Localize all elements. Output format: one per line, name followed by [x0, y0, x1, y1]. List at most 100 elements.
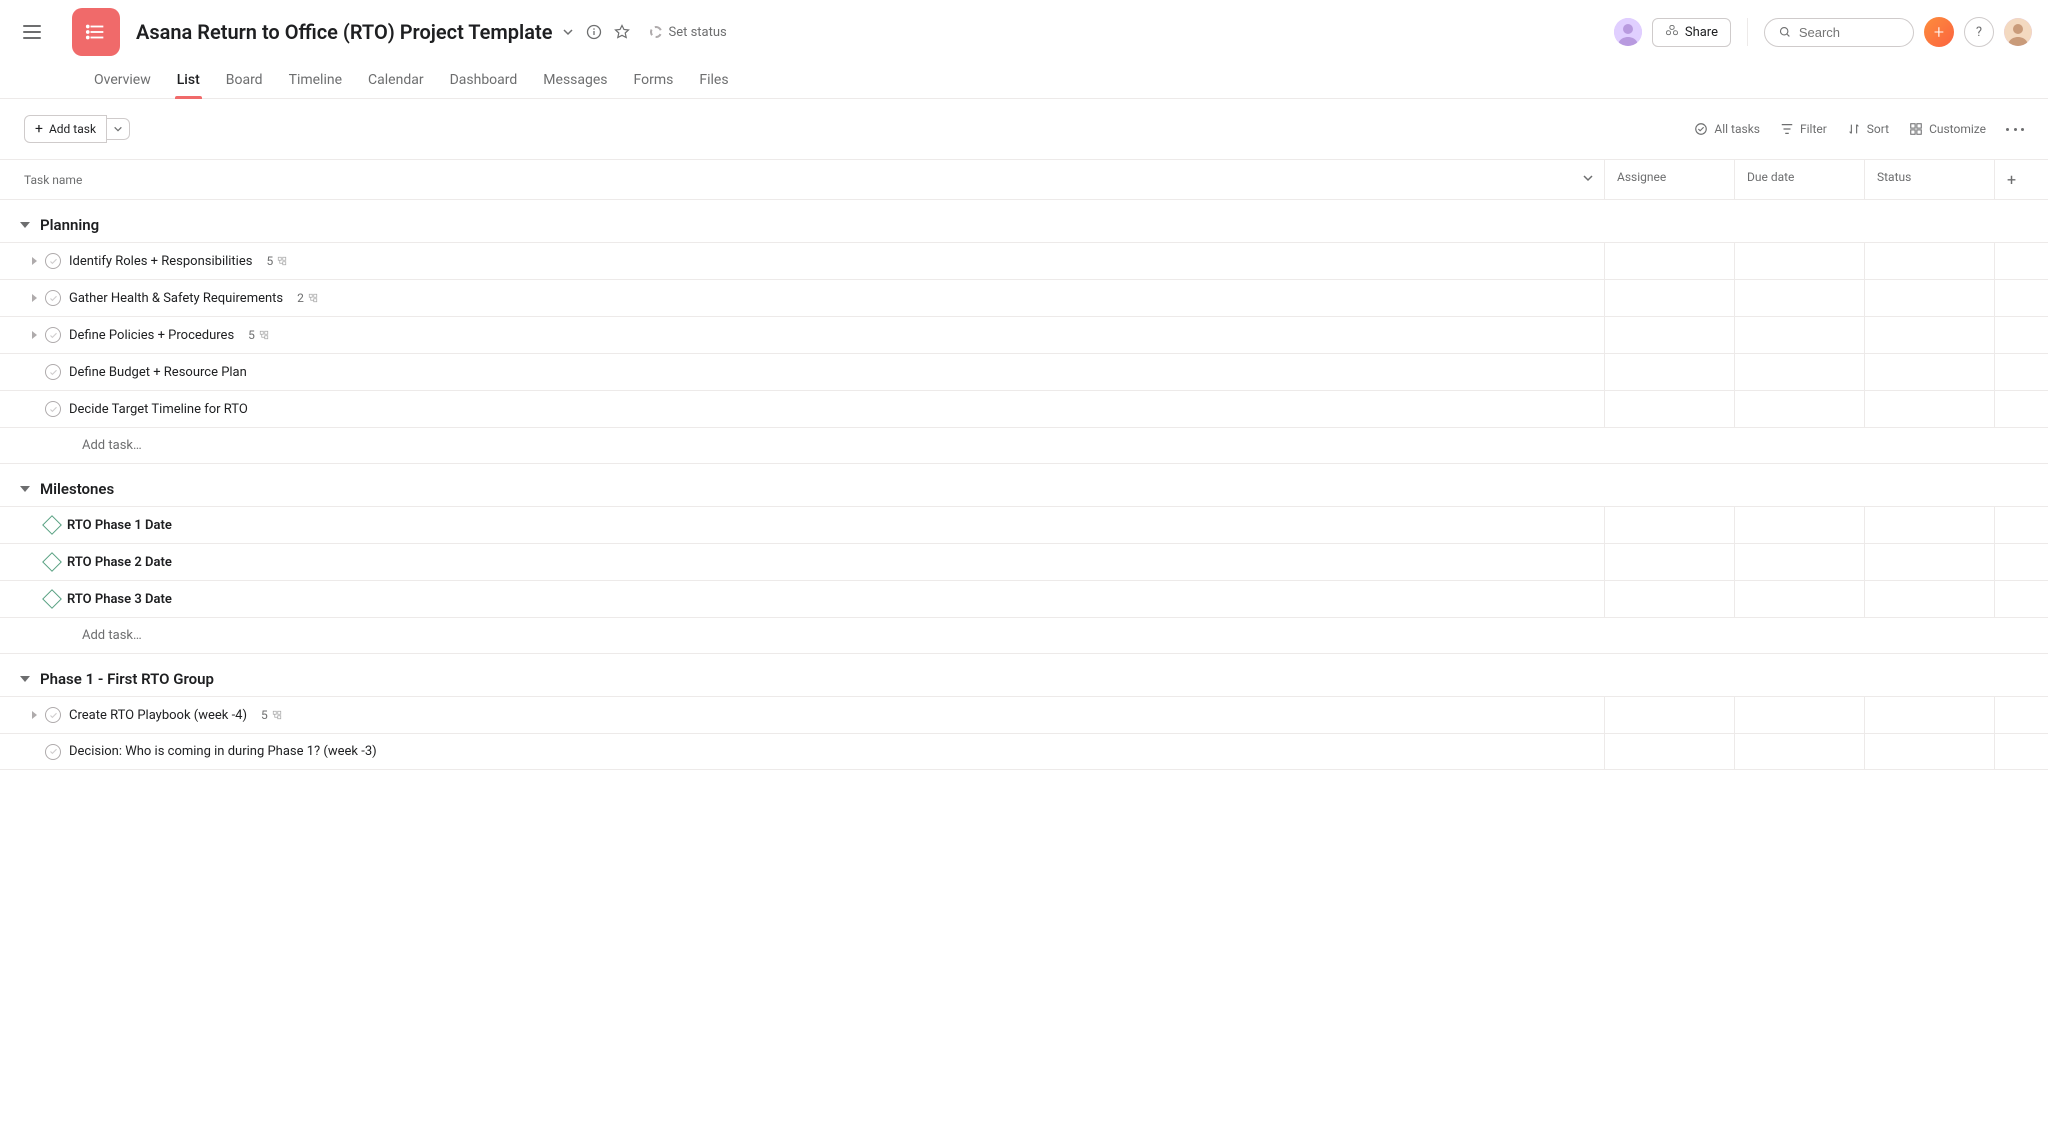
assignee-cell[interactable]	[1604, 544, 1734, 580]
section-title[interactable]: Planning	[40, 216, 99, 234]
profile-avatar[interactable]	[2004, 18, 2032, 46]
status-cell[interactable]	[1864, 581, 1994, 617]
column-assignee[interactable]: Assignee	[1604, 160, 1734, 199]
due-date-cell[interactable]	[1734, 734, 1864, 769]
expand-column-icon[interactable]	[1582, 172, 1594, 187]
chevron-down-icon[interactable]	[562, 26, 574, 38]
add-column-button[interactable]: +	[1994, 160, 2048, 199]
task-row[interactable]: Gather Health & Safety Requirements 2	[0, 279, 2048, 316]
search-input[interactable]	[1797, 24, 1899, 41]
milestone-marker[interactable]	[42, 552, 62, 572]
expand-subtasks-icon[interactable]	[32, 711, 37, 719]
task-row[interactable]: Decide Target Timeline for RTO	[0, 390, 2048, 427]
task-row[interactable]: Identify Roles + Responsibilities 5	[0, 242, 2048, 279]
assignee-cell[interactable]	[1604, 354, 1734, 390]
due-date-cell[interactable]	[1734, 354, 1864, 390]
status-cell[interactable]	[1864, 280, 1994, 316]
customize-button[interactable]: Customize	[1909, 122, 1986, 136]
info-icon[interactable]	[586, 24, 602, 40]
due-date-cell[interactable]	[1734, 243, 1864, 279]
task-row[interactable]: RTO Phase 3 Date	[0, 580, 2048, 617]
tab-timeline[interactable]: Timeline	[287, 62, 344, 98]
section-title[interactable]: Phase 1 - First RTO Group	[40, 670, 214, 688]
tab-messages[interactable]: Messages	[541, 62, 609, 98]
task-name[interactable]: Define Budget + Resource Plan	[69, 365, 247, 380]
collapse-caret[interactable]	[20, 486, 30, 492]
task-name[interactable]: Decision: Who is coming in during Phase …	[69, 744, 377, 759]
task-name[interactable]: Define Policies + Procedures	[69, 328, 234, 343]
assignee-cell[interactable]	[1604, 507, 1734, 543]
due-date-cell[interactable]	[1734, 507, 1864, 543]
complete-checkbox[interactable]	[45, 364, 61, 380]
menu-toggle[interactable]	[16, 16, 48, 48]
help-button[interactable]: ?	[1964, 17, 1994, 47]
status-cell[interactable]	[1864, 243, 1994, 279]
filter-button[interactable]: Filter	[1780, 122, 1827, 136]
assignee-cell[interactable]	[1604, 734, 1734, 769]
star-icon[interactable]	[614, 24, 630, 40]
add-task-inline[interactable]: Add task…	[0, 617, 2048, 654]
tab-forms[interactable]: Forms	[632, 62, 676, 98]
due-date-cell[interactable]	[1734, 544, 1864, 580]
due-date-cell[interactable]	[1734, 280, 1864, 316]
task-row[interactable]: RTO Phase 2 Date	[0, 543, 2048, 580]
add-task-button[interactable]: + Add task	[24, 115, 107, 143]
quick-add-button[interactable]: +	[1924, 17, 1954, 47]
more-options[interactable]	[2006, 128, 2024, 131]
complete-checkbox[interactable]	[45, 290, 61, 306]
task-row[interactable]: Define Budget + Resource Plan	[0, 353, 2048, 390]
task-row[interactable]: Decision: Who is coming in during Phase …	[0, 733, 2048, 770]
complete-checkbox[interactable]	[45, 253, 61, 269]
tab-overview[interactable]: Overview	[92, 62, 153, 98]
collapse-caret[interactable]	[20, 676, 30, 682]
task-name[interactable]: RTO Phase 3 Date	[67, 592, 172, 607]
add-task-inline[interactable]: Add task…	[0, 427, 2048, 464]
task-row[interactable]: Create RTO Playbook (week -4) 5	[0, 696, 2048, 733]
status-cell[interactable]	[1864, 734, 1994, 769]
complete-checkbox[interactable]	[45, 327, 61, 343]
collapse-caret[interactable]	[20, 222, 30, 228]
search-input-wrapper[interactable]	[1764, 18, 1914, 47]
complete-checkbox[interactable]	[45, 744, 61, 760]
assignee-cell[interactable]	[1604, 391, 1734, 427]
project-title[interactable]: Asana Return to Office (RTO) Project Tem…	[136, 20, 552, 44]
status-cell[interactable]	[1864, 354, 1994, 390]
add-task-dropdown[interactable]	[107, 118, 130, 140]
due-date-cell[interactable]	[1734, 697, 1864, 733]
status-cell[interactable]	[1864, 391, 1994, 427]
milestone-marker[interactable]	[42, 515, 62, 535]
expand-subtasks-icon[interactable]	[32, 257, 37, 265]
assignee-cell[interactable]	[1604, 243, 1734, 279]
task-row[interactable]: Define Policies + Procedures 5	[0, 316, 2048, 353]
set-status-button[interactable]: Set status	[650, 25, 726, 40]
due-date-cell[interactable]	[1734, 391, 1864, 427]
status-cell[interactable]	[1864, 507, 1994, 543]
status-cell[interactable]	[1864, 317, 1994, 353]
status-cell[interactable]	[1864, 697, 1994, 733]
tab-board[interactable]: Board	[224, 62, 265, 98]
tab-calendar[interactable]: Calendar	[366, 62, 426, 98]
tab-dashboard[interactable]: Dashboard	[448, 62, 520, 98]
complete-checkbox[interactable]	[45, 707, 61, 723]
task-name[interactable]: Decide Target Timeline for RTO	[69, 402, 248, 417]
status-cell[interactable]	[1864, 544, 1994, 580]
task-name[interactable]: RTO Phase 1 Date	[67, 518, 172, 533]
task-name[interactable]: RTO Phase 2 Date	[67, 555, 172, 570]
due-date-cell[interactable]	[1734, 581, 1864, 617]
section-title[interactable]: Milestones	[40, 480, 114, 498]
share-button[interactable]: Share	[1652, 18, 1731, 47]
task-name[interactable]: Create RTO Playbook (week -4)	[69, 708, 247, 723]
task-name[interactable]: Gather Health & Safety Requirements	[69, 291, 283, 306]
assignee-cell[interactable]	[1604, 697, 1734, 733]
assignee-cell[interactable]	[1604, 280, 1734, 316]
milestone-marker[interactable]	[42, 589, 62, 609]
task-name[interactable]: Identify Roles + Responsibilities	[69, 254, 252, 269]
sort-button[interactable]: Sort	[1847, 122, 1889, 136]
column-status[interactable]: Status	[1864, 160, 1994, 199]
due-date-cell[interactable]	[1734, 317, 1864, 353]
complete-checkbox[interactable]	[45, 401, 61, 417]
all-tasks-filter[interactable]: All tasks	[1694, 122, 1760, 136]
expand-subtasks-icon[interactable]	[32, 294, 37, 302]
tab-files[interactable]: Files	[697, 62, 730, 98]
task-row[interactable]: RTO Phase 1 Date	[0, 506, 2048, 543]
